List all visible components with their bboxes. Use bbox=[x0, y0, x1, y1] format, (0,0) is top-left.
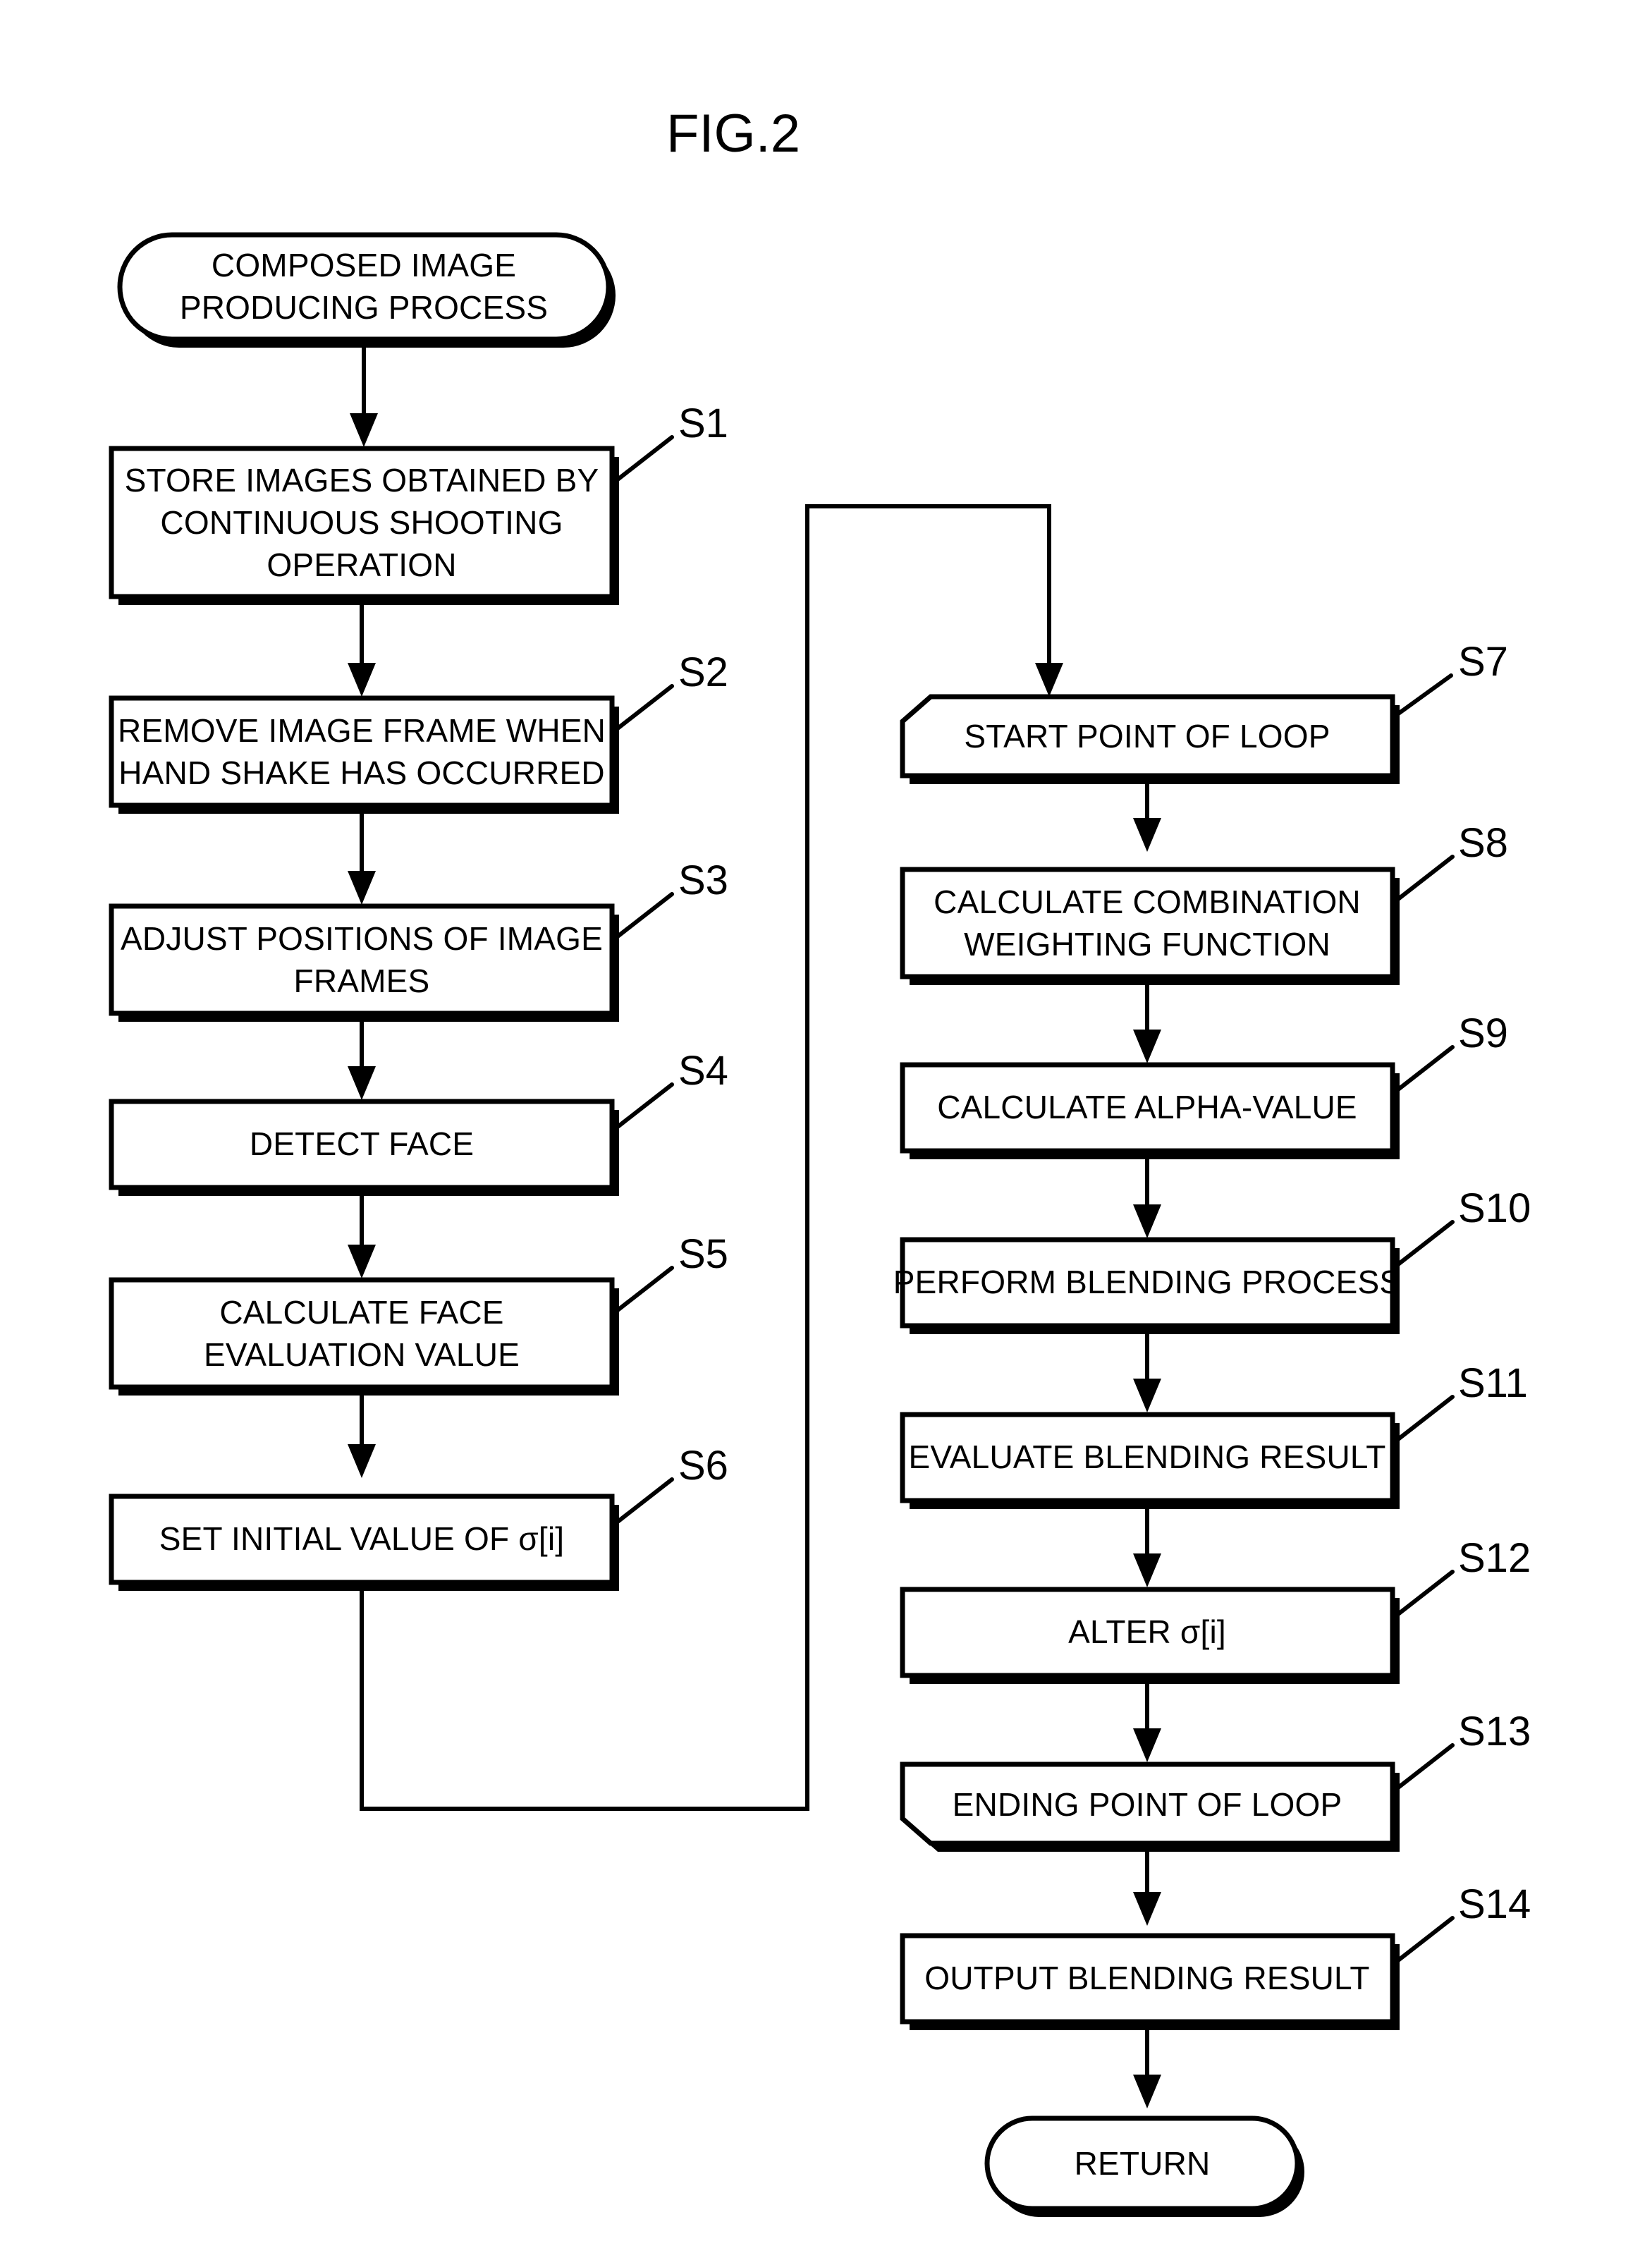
connector-s2-s3 bbox=[348, 805, 376, 905]
node-s6-line1: SET INITIAL VALUE OF σ[i] bbox=[159, 1520, 564, 1557]
node-s10: PERFORM BLENDING PROCESS bbox=[893, 1237, 1401, 1334]
connector-s11-s12 bbox=[1133, 1501, 1161, 1587]
leader-s6: S6 bbox=[616, 1443, 728, 1524]
node-s3: ADJUST POSITIONS OF IMAGE FRAMES bbox=[109, 903, 619, 1022]
step-label-s3: S3 bbox=[678, 857, 728, 903]
step-label-s8: S8 bbox=[1458, 820, 1508, 866]
connector-s4-s5 bbox=[348, 1187, 376, 1278]
node-s13: ENDING POINT OF LOOP bbox=[900, 1761, 1400, 1852]
node-s5-line1: CALCULATE FACE bbox=[219, 1294, 503, 1331]
node-s14: OUTPUT BLENDING RESULT bbox=[900, 1933, 1400, 2030]
node-s8-line2: WEIGHTING FUNCTION bbox=[964, 926, 1330, 963]
step-label-s13: S13 bbox=[1458, 1709, 1531, 1754]
step-label-s10: S10 bbox=[1458, 1185, 1531, 1231]
leader-s9: S9 bbox=[1396, 1010, 1508, 1092]
node-s1-line1: STORE IMAGES OBTAINED BY bbox=[125, 462, 599, 499]
node-s7: START POINT OF LOOP bbox=[900, 694, 1400, 784]
leader-s2: S2 bbox=[616, 649, 728, 731]
node-start: COMPOSED IMAGE PRODUCING PROCESS bbox=[117, 232, 616, 348]
connector-s3-s4 bbox=[348, 1013, 376, 1100]
node-s5: CALCULATE FACE EVALUATION VALUE bbox=[109, 1277, 619, 1396]
node-s1-line3: OPERATION bbox=[267, 546, 456, 583]
node-s2-line2: HAND SHAKE HAS OCCURRED bbox=[118, 755, 605, 791]
step-label-s2: S2 bbox=[678, 649, 728, 695]
step-label-s6: S6 bbox=[678, 1443, 728, 1489]
node-s14-line1: OUTPUT BLENDING RESULT bbox=[924, 1960, 1369, 1996]
connector-s12-s13 bbox=[1133, 1675, 1161, 1762]
node-s7-line1: START POINT OF LOOP bbox=[964, 718, 1330, 755]
leader-s10: S10 bbox=[1396, 1185, 1531, 1266]
node-end-line1: RETURN bbox=[1075, 2145, 1211, 2182]
flowchart-svg: FIG.2 COMPOSED IMAGE PRODUCING PROCESS S… bbox=[109, 104, 1531, 2217]
connector-s10-s11 bbox=[1133, 1326, 1161, 1412]
connector-s9-s10 bbox=[1133, 1151, 1161, 1238]
step-label-s12: S12 bbox=[1458, 1535, 1531, 1581]
connector-s5-s6 bbox=[348, 1387, 376, 1478]
connector-s8-s9 bbox=[1133, 977, 1161, 1063]
figure-page: FIG.2 COMPOSED IMAGE PRODUCING PROCESS S… bbox=[0, 0, 1652, 2241]
node-s10-line1: PERFORM BLENDING PROCESS bbox=[893, 1264, 1401, 1300]
step-label-s4: S4 bbox=[678, 1048, 728, 1094]
node-s2-line1: REMOVE IMAGE FRAME WHEN bbox=[118, 712, 606, 749]
node-s9-line1: CALCULATE ALPHA-VALUE bbox=[937, 1089, 1357, 1125]
node-s4: DETECT FACE bbox=[109, 1099, 619, 1196]
node-s1-line2: CONTINUOUS SHOOTING bbox=[160, 504, 563, 541]
leader-s1: S1 bbox=[616, 401, 728, 482]
node-s11: EVALUATE BLENDING RESULT bbox=[900, 1412, 1400, 1509]
leader-s5: S5 bbox=[616, 1231, 728, 1312]
leader-s11: S11 bbox=[1396, 1360, 1528, 1441]
leader-s8: S8 bbox=[1396, 820, 1508, 901]
step-label-s9: S9 bbox=[1458, 1010, 1508, 1056]
connector-s13-s14 bbox=[1133, 1843, 1161, 1926]
connector-start-s1 bbox=[350, 339, 378, 447]
leader-s4: S4 bbox=[616, 1048, 728, 1129]
connector-s1-s2 bbox=[348, 597, 376, 697]
node-s12-line1: ALTER σ[i] bbox=[1068, 1613, 1226, 1650]
node-s13-line1: ENDING POINT OF LOOP bbox=[953, 1786, 1342, 1823]
step-label-s7: S7 bbox=[1458, 639, 1508, 685]
node-start-line2: PRODUCING PROCESS bbox=[180, 289, 548, 326]
figure-title: FIG.2 bbox=[666, 104, 800, 164]
step-label-s5: S5 bbox=[678, 1231, 728, 1277]
leader-s14: S14 bbox=[1396, 1881, 1531, 1962]
node-s3-line2: FRAMES bbox=[294, 963, 430, 999]
node-s2: REMOVE IMAGE FRAME WHEN HAND SHAKE HAS O… bbox=[109, 695, 619, 814]
step-label-s1: S1 bbox=[678, 401, 728, 446]
leader-s13: S13 bbox=[1396, 1709, 1531, 1790]
node-s12: ALTER σ[i] bbox=[900, 1587, 1400, 1684]
step-label-s14: S14 bbox=[1458, 1881, 1531, 1927]
connector-s14-end bbox=[1133, 2022, 1161, 2108]
node-s3-line1: ADJUST POSITIONS OF IMAGE bbox=[121, 920, 603, 957]
node-s8: CALCULATE COMBINATION WEIGHTING FUNCTION bbox=[900, 867, 1400, 985]
node-s9: CALCULATE ALPHA-VALUE bbox=[900, 1062, 1400, 1159]
node-end: RETURN bbox=[984, 2115, 1304, 2217]
step-label-s11: S11 bbox=[1458, 1360, 1528, 1406]
connector-s7-s8 bbox=[1133, 776, 1161, 852]
node-s11-line1: EVALUATE BLENDING RESULT bbox=[908, 1439, 1385, 1475]
node-start-line1: COMPOSED IMAGE bbox=[212, 247, 516, 283]
node-s5-line2: EVALUATION VALUE bbox=[204, 1336, 520, 1373]
node-s6: SET INITIAL VALUE OF σ[i] bbox=[109, 1494, 619, 1591]
leader-s7: S7 bbox=[1390, 639, 1508, 720]
leader-s3: S3 bbox=[616, 857, 728, 939]
node-s4-line1: DETECT FACE bbox=[250, 1125, 474, 1162]
node-s8-line1: CALCULATE COMBINATION bbox=[934, 884, 1361, 920]
leader-s12: S12 bbox=[1396, 1535, 1531, 1616]
node-s1: STORE IMAGES OBTAINED BY CONTINUOUS SHOO… bbox=[109, 446, 619, 605]
